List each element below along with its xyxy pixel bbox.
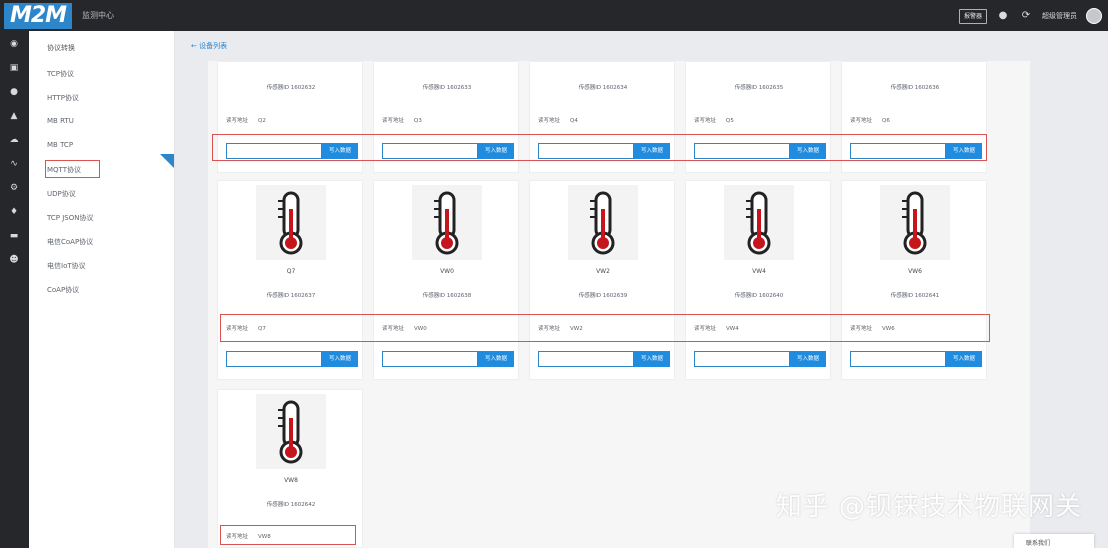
icon-rail: ◉ ▣ ● ▲ ☁ ∿ ⚙ ♦ ▬ ☻: [0, 31, 29, 548]
submenu-item-http[interactable]: HTTP协议: [47, 93, 79, 103]
write-data-button[interactable]: 写入数据: [322, 351, 358, 367]
alarm-icon[interactable]: ▲: [5, 109, 23, 123]
write-value-input[interactable]: [850, 351, 946, 367]
submenu-item-mb-rtu[interactable]: MB RTU: [47, 117, 74, 125]
thermometer-icon: [256, 185, 326, 260]
bell-icon[interactable]: ●: [996, 9, 1010, 23]
write-data-button[interactable]: 写入数据: [478, 351, 514, 367]
chart-icon[interactable]: ∿: [5, 157, 23, 171]
device-name: VW6: [908, 268, 922, 275]
sensor-id: 传感器ID 1602641: [890, 293, 940, 299]
thermometer-icon: [568, 185, 638, 260]
user-icon[interactable]: ☻: [5, 253, 23, 267]
device-card: VW4 传感器ID 1602640 读写地址 VW4 写入数据: [685, 180, 831, 380]
submenu-item-tcp-json[interactable]: TCP JSON协议: [47, 213, 93, 223]
submenu-item-telecom-iot[interactable]: 电信IoT协议: [47, 261, 86, 271]
device-name: VW2: [596, 268, 610, 275]
dashboard-icon[interactable]: ◉: [5, 37, 23, 51]
breadcrumb[interactable]: ← 设备列表: [191, 41, 227, 51]
sensor-id: 传感器ID 1602640: [734, 293, 784, 299]
device-card: VW2 传感器ID 1602639 读写地址 VW2 写入数据: [529, 180, 675, 380]
device-card: VW6 传感器ID 1602641 读写地址 VW6 写入数据: [841, 180, 987, 380]
sensor-id: 传感器ID 1602633: [422, 85, 472, 91]
write-value-input[interactable]: [538, 351, 634, 367]
write-data-button[interactable]: 写入数据: [790, 351, 826, 367]
rw-address: 读写地址 Q4: [538, 118, 578, 124]
active-item-marker: [160, 154, 174, 168]
watermark: 知乎 @钡铼技术物联网关: [775, 492, 1082, 522]
device-name: VW0: [440, 268, 454, 275]
write-value-input[interactable]: [226, 351, 322, 367]
rw-address: 读写地址 Q3: [382, 118, 422, 124]
settings-icon[interactable]: ⚙: [5, 181, 23, 195]
submenu-item-telecom-coap[interactable]: 电信CoAP协议: [47, 237, 93, 247]
cloud-icon[interactable]: ☁: [5, 133, 23, 147]
app-title: 监测中心: [82, 11, 114, 20]
rw-address: 读写地址 Q2: [226, 118, 266, 124]
thermometer-icon: [412, 185, 482, 260]
row2-address-highlight: [220, 314, 990, 342]
rw-address: 读写地址 Q6: [850, 118, 890, 124]
sensor-id: 传感器ID 1602632: [266, 85, 316, 91]
submenu-item-udp[interactable]: UDP协议: [47, 189, 76, 199]
submenu-item-tcp[interactable]: TCP协议: [47, 69, 74, 79]
user-name[interactable]: 超级管理员: [1042, 11, 1077, 21]
top-bar: M2M 监测中心 报警器 ● ⟳ 超级管理员: [0, 0, 1108, 31]
app-logo[interactable]: M2M: [4, 3, 72, 29]
breadcrumb-label[interactable]: 设备列表: [199, 42, 227, 50]
row1-address-highlight: [212, 134, 987, 161]
card-icon[interactable]: ▬: [5, 229, 23, 243]
device-name: VW4: [752, 268, 766, 275]
rw-address: 读写地址 Q5: [694, 118, 734, 124]
thermometer-icon: [880, 185, 950, 260]
active-item-highlight: [45, 160, 100, 178]
sensor-id: 传感器ID 1602637: [266, 293, 316, 299]
device-grid: 传感器ID 1602632 读写地址 Q2 写入数据 传感器ID 1602633 …: [208, 61, 1030, 548]
top-right-tools: 报警器 ● ⟳ 超级管理员: [958, 6, 1102, 26]
refresh-icon[interactable]: ⟳: [1019, 9, 1033, 23]
sensor-id: 传感器ID 1602638: [422, 293, 472, 299]
write-data-button[interactable]: 写入数据: [634, 351, 670, 367]
protocol-submenu: 协议转换 TCP协议 HTTP协议 MB RTU MB TCP MQTT协议 U…: [29, 31, 175, 548]
device-card: VW0 传感器ID 1602638 读写地址 VW0 写入数据: [373, 180, 519, 380]
location-icon[interactable]: ●: [5, 85, 23, 99]
sensor-id: 传感器ID 1602639: [578, 293, 628, 299]
sensor-id: 传感器ID 1602642: [266, 502, 316, 508]
write-value-input[interactable]: [382, 351, 478, 367]
thermometer-icon: [256, 394, 326, 469]
sensor-id: 传感器ID 1602635: [734, 85, 784, 91]
water-icon[interactable]: ♦: [5, 205, 23, 219]
write-data-button[interactable]: 写入数据: [946, 351, 982, 367]
device-name: VW8: [284, 477, 298, 484]
contact-popup[interactable]: 联系我们: [1014, 534, 1094, 548]
sensor-id: 传感器ID 1602634: [578, 85, 628, 91]
main-content: ← 设备列表 传感器ID 1602632 读写地址 Q2 写入数据 传感器ID 1…: [175, 31, 1108, 548]
sensor-id: 传感器ID 1602636: [890, 85, 940, 91]
thermometer-icon: [724, 185, 794, 260]
write-value-input[interactable]: [694, 351, 790, 367]
avatar[interactable]: [1086, 8, 1102, 24]
device-icon[interactable]: ▣: [5, 61, 23, 75]
alarm-button[interactable]: 报警器: [958, 8, 987, 24]
submenu-title: 协议转换: [47, 44, 75, 52]
submenu-item-coap[interactable]: CoAP协议: [47, 285, 79, 295]
device-name: Q7: [286, 268, 296, 275]
row3-address-highlight: [220, 525, 356, 545]
device-card: Q7 传感器ID 1602637 读写地址 Q7 写入数据: [217, 180, 363, 380]
submenu-item-mb-tcp[interactable]: MB TCP: [47, 141, 73, 149]
